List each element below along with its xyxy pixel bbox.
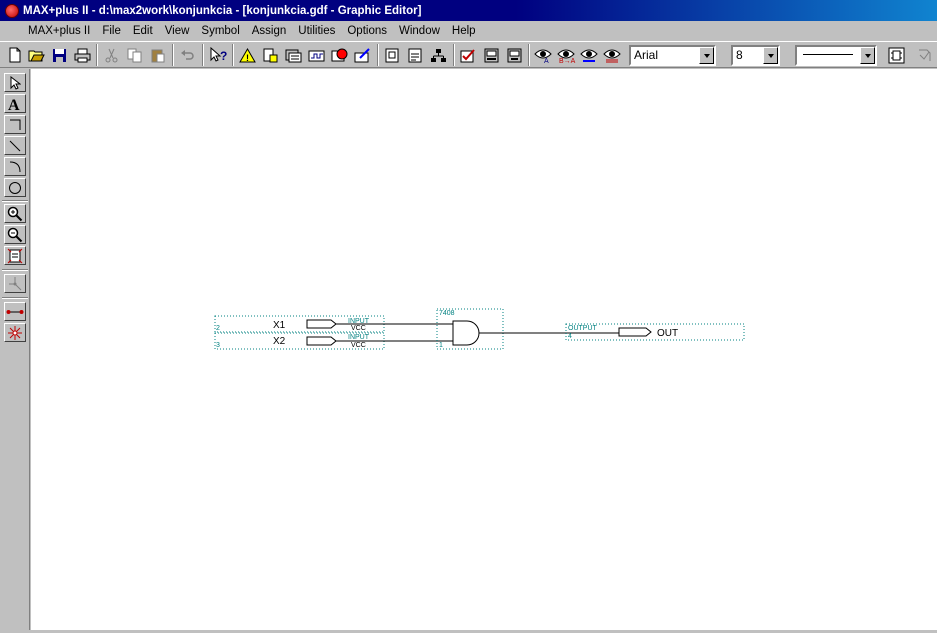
menu-window[interactable]: Window [393, 22, 446, 41]
input2-type: INPUT [348, 334, 370, 341]
input1-pin-number: 2 [216, 325, 220, 332]
undo-icon[interactable] [177, 45, 198, 65]
new-icon[interactable] [4, 45, 25, 65]
diagonal-line-icon[interactable] [4, 136, 26, 155]
copy-icon[interactable] [124, 45, 145, 65]
compile-icon[interactable] [481, 45, 502, 65]
menu-edit[interactable]: Edit [127, 22, 159, 41]
output-type: OUTPUT [568, 325, 598, 332]
circle-tool-icon[interactable] [4, 178, 26, 197]
rubberband-off-icon[interactable] [914, 45, 935, 65]
font-size-select[interactable]: 8 [731, 45, 780, 66]
find-node-icon[interactable]: A [533, 45, 554, 65]
selection-tool-icon[interactable] [4, 73, 26, 92]
rubberbanding-off-icon[interactable] [4, 323, 26, 342]
rubberband-icon[interactable] [886, 45, 907, 65]
orthogonal-line-icon[interactable] [4, 115, 26, 134]
and-gate-symbol[interactable] [452, 320, 480, 346]
svg-text:B→A: B→A [559, 58, 576, 63]
floorplan-icon[interactable] [283, 45, 304, 65]
schematic-canvas[interactable]: 2 X1 INPUT VCC 3 X2 INPUT VCC 7408 1 OUT… [31, 69, 937, 630]
window-title: MAX+plus II - d:\max2work\konjunkcia - [… [23, 4, 422, 17]
input2-name: X2 [273, 336, 286, 347]
open-icon[interactable] [26, 45, 47, 65]
line-style-select[interactable] [795, 45, 877, 66]
chevron-down-icon[interactable] [763, 47, 778, 64]
menu-utilities[interactable]: Utilities [292, 22, 341, 41]
text-tool-icon[interactable]: A [4, 94, 26, 113]
input2-pin-number: 3 [216, 342, 220, 349]
cut-icon[interactable] [101, 45, 122, 65]
paste-icon[interactable] [147, 45, 168, 65]
schematic-drawing: 2 X1 INPUT VCC 3 X2 INPUT VCC 7408 1 OUT… [214, 308, 745, 350]
compiler-warning-icon[interactable]: ! [237, 45, 258, 65]
input2-pin-symbol[interactable] [306, 336, 337, 346]
timing-icon[interactable] [329, 45, 350, 65]
find-clear-icon[interactable] [602, 45, 623, 65]
input1-default: VCC [351, 325, 366, 332]
svg-text:A: A [544, 58, 549, 63]
tool-palette: A [0, 69, 30, 630]
help-pointer-icon[interactable]: ? [207, 45, 228, 65]
output-pin-symbol[interactable] [618, 327, 652, 337]
check-project-icon[interactable] [458, 45, 479, 65]
gate-instance: 1 [439, 342, 443, 349]
rubberbanding-on-icon[interactable] [4, 302, 26, 321]
svg-text:A: A [8, 97, 20, 112]
hierarchy-icon[interactable] [260, 45, 281, 65]
gate-label: 7408 [439, 310, 455, 317]
menu-options[interactable]: Options [341, 22, 393, 41]
zoom-out-icon[interactable] [4, 225, 26, 244]
output-pin-number: 4 [568, 333, 572, 340]
menu-maxplus[interactable]: MAX+plus II [22, 22, 96, 41]
arc-tool-icon[interactable] [4, 157, 26, 176]
simulate-icon[interactable] [504, 45, 525, 65]
open-symbol-icon[interactable] [382, 45, 403, 65]
menu-bar: MAX+plus II File Edit View Symbol Assign… [0, 22, 937, 41]
open-file-icon[interactable] [405, 45, 426, 65]
menu-assign[interactable]: Assign [246, 22, 293, 41]
app-icon[interactable] [5, 3, 19, 18]
hierarchy-display-icon[interactable] [428, 45, 449, 65]
save-icon[interactable] [49, 45, 70, 65]
menu-help[interactable]: Help [446, 22, 482, 41]
connect-dots-icon[interactable] [4, 274, 26, 293]
chevron-down-icon[interactable] [699, 47, 714, 64]
find-text-icon[interactable]: B→A [556, 45, 577, 65]
programmer-icon[interactable] [352, 45, 373, 65]
find-replace-icon[interactable] [579, 45, 600, 65]
print-icon[interactable] [72, 45, 93, 65]
menu-view[interactable]: View [159, 22, 196, 41]
simulator-icon[interactable] [306, 45, 327, 65]
menu-file[interactable]: File [96, 22, 127, 41]
svg-text:?: ? [220, 49, 227, 63]
output-name: OUT [657, 328, 678, 339]
font-name-select[interactable]: Arial [629, 45, 716, 66]
line-style-preview [803, 54, 853, 55]
menu-symbol[interactable]: Symbol [195, 22, 245, 41]
svg-text:!: ! [246, 53, 249, 63]
chevron-down-icon[interactable] [860, 47, 875, 64]
input2-default: VCC [351, 342, 366, 349]
toolbar: ? ! A B→A Arial 8 [0, 41, 937, 68]
input1-name: X1 [273, 320, 286, 331]
title-bar: MAX+plus II - d:\max2work\konjunkcia - [… [0, 0, 937, 21]
zoom-in-icon[interactable] [4, 204, 26, 223]
fit-window-icon[interactable] [4, 246, 26, 265]
input1-pin-symbol[interactable] [306, 319, 337, 329]
